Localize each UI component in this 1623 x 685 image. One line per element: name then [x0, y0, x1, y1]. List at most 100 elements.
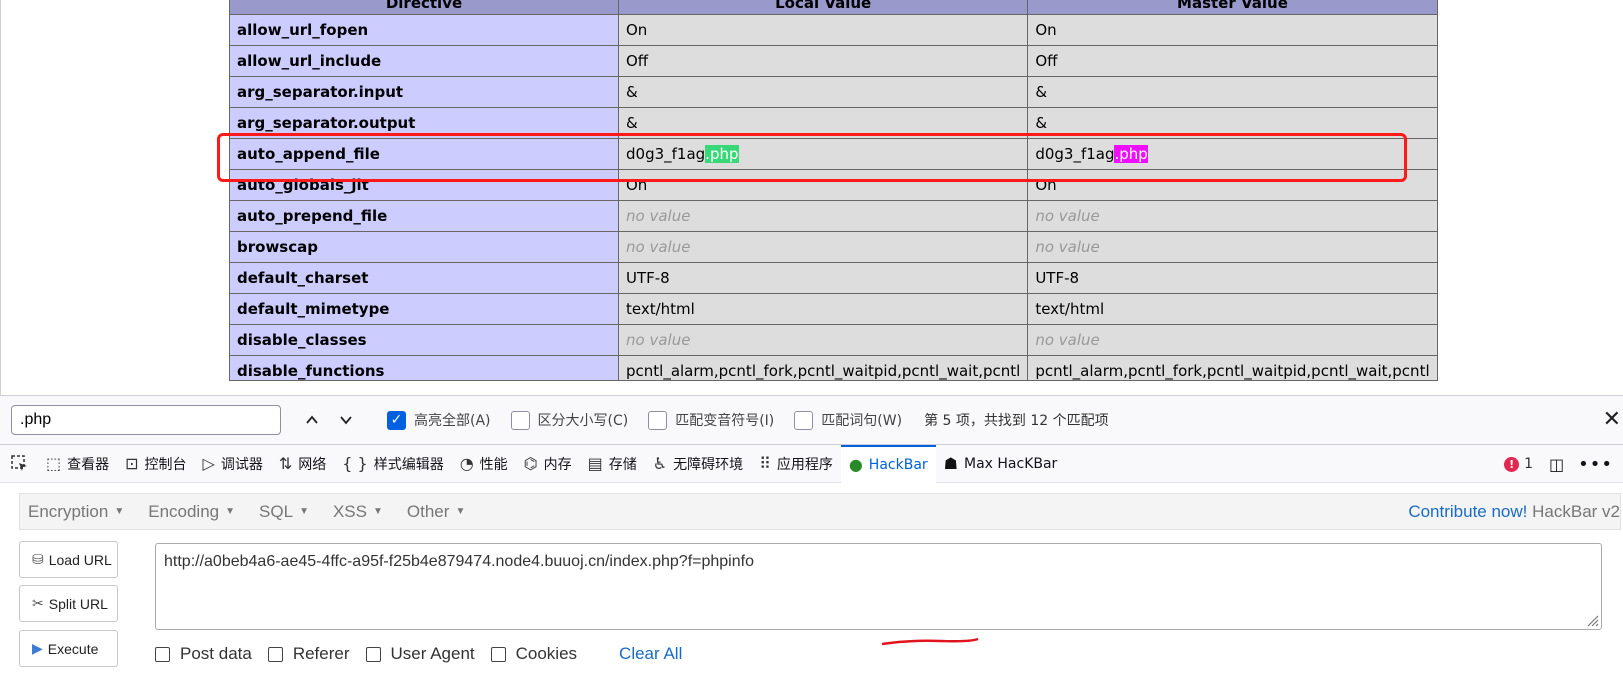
tab-network[interactable]: ⇅ 网络 — [271, 445, 334, 483]
menu-encoding[interactable]: Encoding ▼ — [148, 502, 235, 522]
directive-cell: allow_url_fopen — [229, 14, 619, 46]
tab-inspector[interactable]: ⬚ 查看器 — [38, 445, 117, 483]
more-options-icon[interactable]: ••• — [1578, 454, 1613, 475]
highlight-all-checkbox[interactable]: ✓ 高亮全部(A) — [387, 410, 491, 430]
checkbox-box — [794, 410, 814, 430]
tab-style-editor[interactable]: { } 样式编辑器 — [334, 445, 451, 483]
tab-label: 内存 — [543, 456, 572, 473]
local-value-cell: On — [617, 169, 1029, 201]
tab-application[interactable]: ⠿ 应用程序 — [751, 445, 841, 483]
match-case-checkbox[interactable]: 区分大小写(C) — [510, 410, 628, 430]
tab-debugger[interactable]: ▷ 调试器 — [195, 445, 271, 483]
cookies-checkbox[interactable]: Cookies — [490, 644, 578, 664]
devtools-toolbar: ⬚ 查看器 ⊡ 控制台 ▷ 调试器 ⇅ 网络 { } 样式编辑器 ◔ 性能 ⌬ 内存 ▤ 存储 … — [0, 444, 1623, 483]
menu-encryption[interactable]: Encryption ▼ — [28, 502, 124, 522]
execute-button[interactable]: ▶ Execute — [19, 630, 118, 667]
tab-accessibility[interactable]: ♿ 无障碍环境 — [645, 445, 751, 483]
load-url-button[interactable]: ⛁ Load URL — [19, 541, 118, 578]
local-value-cell: no value — [617, 324, 1029, 356]
local-value-cell: pcntl_alarm,pcntl_fork,pcntl_waitpid,pcn… — [617, 355, 1029, 381]
button-label: Split URL — [48, 595, 108, 612]
menu-sql[interactable]: SQL ▼ — [259, 502, 309, 522]
whole-words-checkbox[interactable]: 匹配词句(W) — [794, 410, 902, 430]
post-data-checkbox[interactable]: Post data — [155, 644, 252, 664]
local-value-cell: & — [617, 76, 1029, 108]
checkbox-box — [510, 410, 530, 430]
url-text: http://a0beb4a6-ae45-4ffc-a95f-f25b4e879… — [164, 553, 754, 570]
find-match: .php — [1114, 145, 1148, 163]
tab-max-hackbar[interactable]: ☗ Max HacKBar — [936, 445, 1066, 483]
menu-label: SQL — [259, 501, 294, 521]
menu-label: XSS — [332, 501, 367, 521]
table-row: allow_url_fopen On On — [229, 14, 1438, 46]
resize-grip-icon[interactable] — [1585, 613, 1599, 627]
tab-label: 网络 — [298, 456, 327, 473]
master-value-cell: On — [1027, 169, 1438, 201]
master-value-cell: Off — [1027, 45, 1438, 77]
local-value-cell: & — [617, 107, 1029, 139]
caret-down-icon: ▼ — [373, 506, 383, 517]
menu-label: Encryption — [28, 501, 109, 521]
referer-checkbox[interactable]: Referer — [267, 644, 350, 664]
tab-label: 调试器 — [220, 456, 263, 473]
menu-label: Encoding — [148, 501, 220, 521]
memory-icon: ⌬ — [523, 454, 538, 473]
master-value-cell: pcntl_alarm,pcntl_fork,pcntl_waitpid,pcn… — [1027, 355, 1438, 381]
checkbox-box — [155, 646, 170, 662]
scissors-icon: ✂ — [32, 595, 44, 611]
tab-hackbar[interactable]: ● HackBar — [840, 444, 936, 483]
hackbar-logo-icon: ● — [848, 455, 863, 474]
application-grid-icon: ⠿ — [759, 454, 771, 473]
caret-down-icon: ▼ — [225, 506, 236, 517]
highlight-all-label: 高亮全部(A) — [414, 413, 491, 429]
network-icon: ⇅ — [278, 454, 293, 473]
option-label: Cookies — [515, 644, 578, 663]
directive-cell: arg_separator.output — [229, 107, 619, 139]
local-value-cell: UTF-8 — [617, 262, 1029, 294]
directive-cell: auto_append_file — [229, 138, 619, 170]
tab-memory[interactable]: ⌬ 内存 — [516, 445, 580, 483]
hackbar-panel: Encryption ▼ Encoding ▼ SQL ▼ XSS ▼ Other ▼ C… — [0, 483, 1623, 685]
red-underline-annotation — [881, 637, 979, 646]
tab-label: 存储 — [608, 456, 637, 473]
directive-cell: auto_prepend_file — [229, 200, 619, 232]
clear-all-link[interactable]: Clear All — [619, 644, 682, 664]
table-row: default_charset UTF-8 UTF-8 — [229, 262, 1438, 294]
table-row-auto-append-file: auto_append_file d0g3_f1ag.php d0g3_f1ag… — [229, 138, 1438, 170]
master-value-cell: & — [1027, 76, 1438, 108]
directive-cell: allow_url_include — [229, 45, 619, 77]
table-row: arg_separator.output & & — [229, 107, 1438, 139]
error-count-badge[interactable]: ! 1 — [1504, 456, 1533, 472]
split-url-button[interactable]: ✂ Split URL — [19, 585, 118, 622]
directive-cell: default_charset — [229, 262, 619, 294]
element-picker-icon[interactable] — [0, 445, 38, 483]
master-value-cell: UTF-8 — [1027, 262, 1438, 294]
user-agent-checkbox[interactable]: User Agent — [365, 644, 475, 664]
local-value-cell: d0g3_f1ag.php — [617, 138, 1029, 170]
caret-down-icon: ▼ — [455, 506, 466, 517]
dock-side-icon[interactable]: ◫ — [1549, 455, 1564, 474]
table-row: auto_prepend_file no value no value — [229, 200, 1438, 232]
match-diacritics-checkbox[interactable]: 匹配变音符号(I) — [648, 410, 774, 430]
storage-icon: ▤ — [587, 454, 603, 473]
url-textarea[interactable]: http://a0beb4a6-ae45-4ffc-a95f-f25b4e879… — [155, 543, 1602, 646]
tab-performance[interactable]: ◔ 性能 — [452, 445, 516, 483]
page-content: Directive Local Value Master Value allow… — [0, 0, 1623, 395]
performance-icon: ◔ — [459, 454, 474, 473]
menu-xss[interactable]: XSS ▼ — [333, 502, 383, 522]
contribute-link[interactable]: Contribute now! — [1408, 502, 1527, 521]
directive-cell: disable_classes — [229, 324, 619, 356]
close-icon[interactable]: ✕ — [1603, 406, 1621, 432]
tab-storage[interactable]: ▤ 存储 — [580, 445, 645, 483]
devtools-right-controls: ! 1 ◫ ••• — [1504, 445, 1623, 483]
menu-other[interactable]: Other ▼ — [407, 502, 465, 522]
find-next-icon[interactable] — [329, 405, 363, 435]
whole-words-label: 匹配词句(W) — [821, 413, 903, 429]
master-value-cell: On — [1027, 14, 1438, 46]
tab-console[interactable]: ⊡ 控制台 — [117, 445, 194, 483]
find-input[interactable] — [11, 405, 281, 435]
find-previous-icon[interactable] — [295, 405, 329, 435]
tab-label: 查看器 — [67, 456, 110, 473]
header-directive: Directive — [229, 0, 619, 15]
option-label: User Agent — [390, 644, 475, 663]
